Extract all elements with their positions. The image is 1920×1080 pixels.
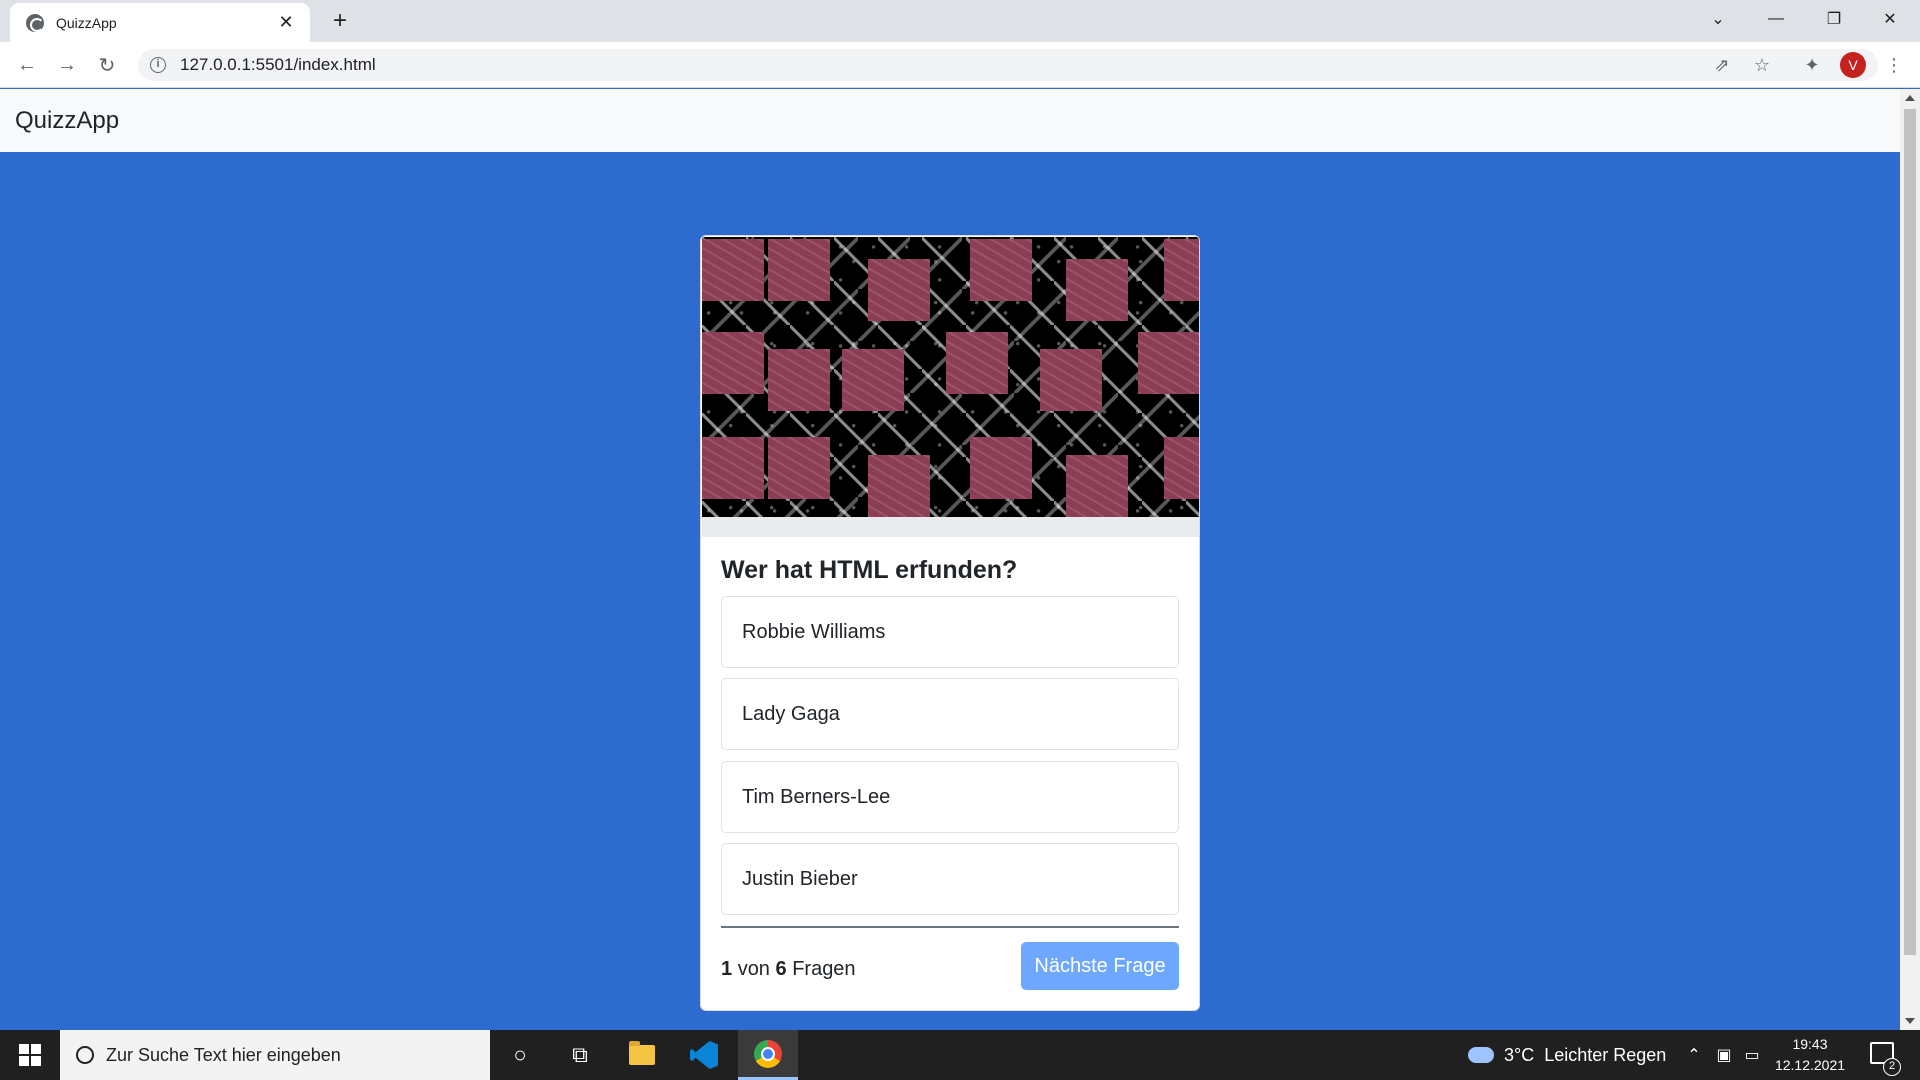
windows-logo-icon [19,1044,41,1066]
image-pattern-tile [842,349,904,411]
scroll-up-icon[interactable] [1905,95,1915,101]
start-button[interactable] [0,1030,60,1080]
system-clock[interactable]: 19:43 12.12.2021 [1768,1034,1852,1076]
image-pattern-tile [768,239,830,301]
image-pattern-tile [1066,259,1128,321]
weather-text: 3°C Leichter Regen [1504,1044,1667,1065]
forward-arrow-icon[interactable]: → [52,50,82,80]
extensions-icon[interactable]: ✦ [1796,49,1828,81]
cloud-rain-icon [1468,1047,1494,1063]
progress-questions-label: Fragen [792,958,856,980]
restore-button[interactable]: ❐ [1806,0,1862,38]
cortana-icon[interactable]: ○ [490,1030,550,1080]
image-pattern-tile [946,332,1008,394]
browser-tabstrip: QuizzApp ✕ + ⌄ — ❐ ✕ [0,0,1920,42]
image-pattern-tile [1040,349,1102,411]
search-icon [72,1042,98,1068]
task-view-icon[interactable]: ⧉ [550,1030,610,1080]
browser-tab[interactable]: QuizzApp ✕ [10,3,310,42]
window-close-button[interactable]: ✕ [1862,0,1918,38]
minimize-button[interactable]: — [1748,0,1804,38]
taskbar-search-placeholder[interactable]: Zur Suche Text hier eingeben [106,1045,341,1066]
new-tab-button[interactable]: + [326,8,354,36]
card-divider [721,926,1179,928]
app-navbar: QuizzApp [0,89,1900,152]
url-text[interactable]: 127.0.0.1:5501/index.html [180,55,376,75]
clock-date: 12.12.2021 [1774,1057,1846,1073]
answer-option[interactable]: Justin Bieber [721,843,1179,915]
menu-kebab-icon[interactable]: ⋮ [1878,49,1910,81]
tab-title: QuizzApp [56,14,117,31]
answer-option[interactable]: Lady Gaga [721,678,1179,750]
share-icon[interactable]: ⇗ [1706,49,1738,81]
image-pattern-tile [868,259,930,321]
image-pattern-tile [868,455,930,517]
quiz-header-image [702,237,1199,517]
battery-icon[interactable]: ▭ [1740,1030,1764,1080]
answer-option[interactable]: Robbie Williams [721,596,1179,668]
chevron-up-icon[interactable]: ⌃ [1682,1030,1706,1080]
profile-avatar[interactable]: V [1840,52,1866,78]
question-progress: 1 von 6 Fragen [721,958,856,981]
windows-taskbar: Zur Suche Text hier eingeben ○ ⧉ 3°C Lei… [0,1030,1920,1080]
total-questions-number: 6 [775,958,787,980]
weather-widget[interactable]: 3°C Leichter Regen [1468,1030,1666,1080]
network-icon[interactable]: ▣ [1712,1030,1736,1080]
tab-close-icon[interactable]: ✕ [276,12,296,33]
clock-time: 19:43 [1792,1036,1828,1052]
image-pattern-tile [970,239,1032,301]
image-pattern-tile [702,332,764,394]
reload-icon[interactable]: ↻ [92,50,122,80]
progress-of-label: von [737,958,770,980]
image-pattern-tile [1164,239,1199,301]
vscode-icon[interactable] [674,1030,734,1080]
image-pattern-tile [1138,332,1199,394]
scrollbar-thumb[interactable] [1904,109,1916,955]
notification-count-badge: 2 [1883,1058,1901,1076]
globe-icon [26,13,44,32]
image-bottom-strip [702,517,1199,537]
image-pattern-tile [702,239,764,301]
back-arrow-icon[interactable]: ← [12,50,42,80]
image-pattern-tile [1066,455,1128,517]
answer-option[interactable]: Tim Berners-Lee [721,761,1179,833]
site-info-icon[interactable]: i [150,57,166,73]
browser-toolbar: ← → ↻ i 127.0.0.1:5501/index.html ⇗ ☆ ✦ … [0,42,1920,88]
next-question-button[interactable]: Nächste Frage [1021,942,1179,990]
quiz-card: Wer hat HTML erfunden? Robbie Williams L… [700,235,1200,1011]
current-question-number: 1 [721,958,733,980]
chrome-icon[interactable] [738,1030,798,1080]
address-bar[interactable]: i 127.0.0.1:5501/index.html [138,49,1878,81]
image-pattern-tile [970,437,1032,499]
tab-search-icon[interactable]: ⌄ [1690,0,1746,38]
image-pattern-tile [702,437,764,499]
bookmark-star-icon[interactable]: ☆ [1746,49,1778,81]
page-scrollbar[interactable] [1900,89,1920,1030]
question-text: Wer hat HTML erfunden? [721,556,1018,584]
image-pattern-tile [768,349,830,411]
scroll-down-icon[interactable] [1905,1018,1915,1024]
image-pattern-tile [1164,437,1199,499]
file-explorer-icon[interactable] [612,1030,672,1080]
image-pattern-tile [768,437,830,499]
taskbar-search-box[interactable]: Zur Suche Text hier eingeben [60,1030,490,1080]
app-brand[interactable]: QuizzApp [15,107,119,135]
